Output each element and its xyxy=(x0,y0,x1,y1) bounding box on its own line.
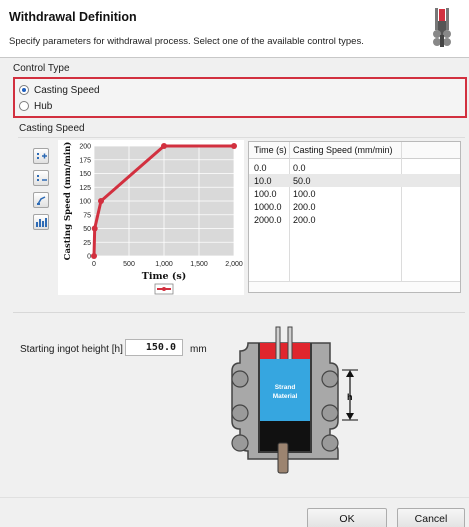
ingot-height-unit: mm xyxy=(190,344,207,355)
x-tick-label: 0 xyxy=(92,261,96,268)
data-point xyxy=(98,198,104,204)
radio-label: Casting Speed xyxy=(34,84,100,96)
control-type-group: Casting Speed Hub xyxy=(13,77,467,118)
radio-label: Hub xyxy=(34,100,53,112)
casting-speed-chart-svg: 0 25 50 75 100 125 150 175 200 0 500 1,000 1,500 2,00… xyxy=(62,142,243,295)
radio-casting-speed[interactable]: Casting Speed xyxy=(19,83,100,97)
y-tick-label: 25 xyxy=(83,240,91,247)
ingot-height-label: Starting ingot height [h] xyxy=(20,344,123,355)
cell-time[interactable]: 100.0 xyxy=(254,187,277,200)
horizontal-scrollbar[interactable] xyxy=(249,281,460,292)
column-header-speed[interactable]: Casting Speed (mm/min) xyxy=(293,142,393,158)
radio-button[interactable] xyxy=(19,85,29,95)
cell-speed[interactable]: 100.0 xyxy=(293,187,316,200)
cell-time[interactable]: 2000.0 xyxy=(254,213,282,226)
molten-metal xyxy=(260,343,310,359)
cell-speed[interactable]: 50.0 xyxy=(293,174,311,187)
y-tick-label: 50 xyxy=(83,226,91,233)
control-type-label: Control Type xyxy=(13,63,70,74)
table-import-icon xyxy=(36,218,47,227)
ok-button[interactable]: OK xyxy=(307,508,387,527)
y-tick-label: 75 xyxy=(83,212,91,219)
cell-time[interactable]: 10.0 xyxy=(254,174,272,187)
x-tick-label: 1,000 xyxy=(155,261,173,268)
column-header-time[interactable]: Time (s) xyxy=(254,142,287,158)
fit-view-button[interactable] xyxy=(33,192,49,208)
y-tick-label: 200 xyxy=(79,144,91,151)
section-divider xyxy=(13,312,465,313)
cell-speed[interactable]: 200.0 xyxy=(293,213,316,226)
dialog-header: Withdrawal Definition Specify parameters… xyxy=(0,0,469,58)
strand-label-line1: Strand xyxy=(275,384,296,391)
add-point-button[interactable] xyxy=(33,148,49,164)
cell-time[interactable]: 1000.0 xyxy=(254,200,282,213)
y-tick-label: 175 xyxy=(79,157,91,164)
dialog-description: Specify parameters for withdrawal proces… xyxy=(9,36,364,47)
table-row[interactable]: 1000.0 200.0 xyxy=(249,200,460,213)
x-tick-label: 2,000 xyxy=(225,261,243,268)
radio-hub[interactable]: Hub xyxy=(19,99,52,113)
y-tick-label: 125 xyxy=(79,185,91,192)
x-tick-label: 500 xyxy=(123,261,135,268)
cell-time[interactable]: 0.0 xyxy=(254,161,267,174)
dialog-footer: OK Cancel xyxy=(0,497,469,527)
h-dimension-label: h xyxy=(347,392,353,402)
fit-view-icon xyxy=(37,196,46,205)
x-tick-label: 1,500 xyxy=(190,261,208,268)
y-tick-label: 100 xyxy=(79,199,91,206)
strand-label-line2: Material xyxy=(273,393,298,400)
dialog-title: Withdrawal Definition xyxy=(9,10,137,24)
y-tick-label: 150 xyxy=(79,171,91,178)
table-import-button[interactable] xyxy=(33,214,49,230)
y-tick-label: 0 xyxy=(87,254,91,261)
withdrawal-logo-icon xyxy=(433,8,451,47)
table-row[interactable]: 0.0 0.0 xyxy=(249,161,460,174)
table-row[interactable]: 100.0 100.0 xyxy=(249,187,460,200)
table-header: Time (s) Casting Speed (mm/min) xyxy=(249,142,460,159)
legend-marker xyxy=(162,287,166,291)
cell-speed[interactable]: 200.0 xyxy=(293,200,316,213)
y-axis-label: Casting Speed (mm/min) xyxy=(62,142,73,261)
ingot-height-input[interactable]: 150.0 xyxy=(125,339,183,356)
casting-speed-section-label: Casting Speed xyxy=(19,123,85,134)
data-point xyxy=(91,225,98,232)
x-axis-label: Time (s) xyxy=(142,271,186,282)
cancel-button[interactable]: Cancel xyxy=(397,508,465,527)
remove-point-icon xyxy=(37,175,47,181)
data-point xyxy=(161,143,167,149)
table-row[interactable]: 2000.0 200.0 xyxy=(249,213,460,226)
radio-button[interactable] xyxy=(19,101,29,111)
cell-speed[interactable]: 0.0 xyxy=(293,161,306,174)
casting-speed-chart: 0 25 50 75 100 125 150 175 200 0 500 1,000 1,500 2,00… xyxy=(58,140,244,295)
mold-diagram: Strand Material h xyxy=(231,326,358,474)
table-row[interactable]: 10.0 50.0 xyxy=(249,174,460,187)
data-point xyxy=(91,253,97,259)
add-point-icon xyxy=(37,153,47,159)
data-point xyxy=(231,143,237,149)
remove-point-button[interactable] xyxy=(33,170,49,186)
casting-speed-table[interactable]: Time (s) Casting Speed (mm/min) 0.0 0.0 10… xyxy=(248,141,461,293)
